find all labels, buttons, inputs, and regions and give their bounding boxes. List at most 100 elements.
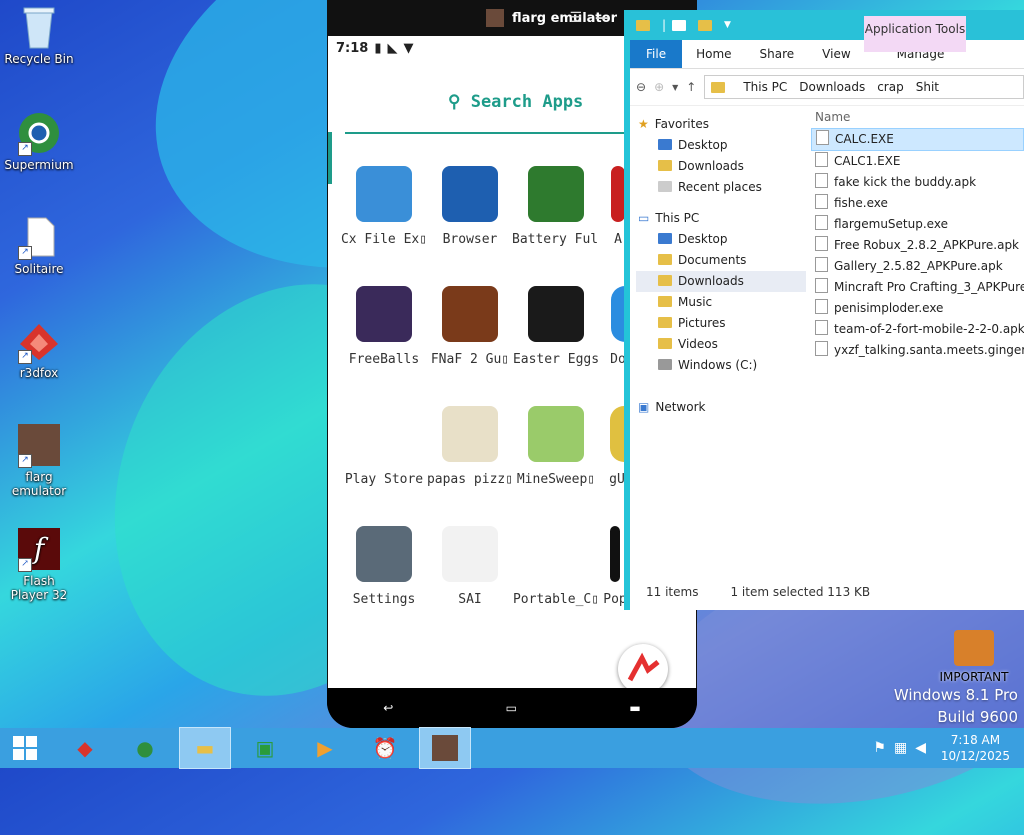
app-icon-tile[interactable]: Battery Ful▯ xyxy=(512,166,600,247)
nav-item[interactable]: Recent places xyxy=(636,177,806,198)
file-icon xyxy=(815,194,828,209)
folder-icon xyxy=(711,81,726,93)
new-folder-icon[interactable] xyxy=(698,19,713,31)
desktop-icon-flarg-emulator[interactable]: ↗ flarg emulator xyxy=(3,424,75,498)
nav-item[interactable]: Downloads xyxy=(636,156,806,177)
app-label: Browser xyxy=(442,232,498,247)
recents-icon[interactable]: ▬ xyxy=(629,701,640,715)
desktop-icon-label: Flash Player 32 xyxy=(10,574,68,602)
file-row[interactable]: flargemuSetup.exe xyxy=(811,214,1024,235)
file-row[interactable]: Gallery_2.5.82_APKPure.apk xyxy=(811,256,1024,277)
separator: | xyxy=(662,18,667,32)
menu-icon[interactable]: ☰ xyxy=(569,10,582,26)
app-icon-tile[interactable]: SAI xyxy=(426,526,514,607)
app-icon-tile[interactable]: MineSweep▯ xyxy=(512,406,600,487)
file-row[interactable]: penisimploder.exe xyxy=(811,298,1024,319)
taskbar-supermium[interactable]: ● xyxy=(120,728,170,768)
taskbar-r3dfox[interactable]: ◆ xyxy=(60,728,110,768)
file-row[interactable]: Mincraft Pro Crafting_3_APKPure.apk xyxy=(811,277,1024,298)
nav-item[interactable]: Desktop xyxy=(636,135,806,156)
taskbar-file-explorer[interactable]: ▬ xyxy=(179,727,231,769)
desktop-icon-label: r3dfox xyxy=(19,366,59,380)
up-button[interactable]: ↑ xyxy=(686,80,696,94)
desktop-icon-supermium[interactable]: ↗ Supermium xyxy=(3,112,75,172)
app-icon-tile[interactable]: Play Store xyxy=(340,406,428,487)
app-icon-tile[interactable]: papas pizz▯ xyxy=(426,406,514,487)
nav-item[interactable]: Pictures xyxy=(636,313,806,334)
desktop-icon-solitaire[interactable]: ↗ Solitaire xyxy=(3,216,75,276)
file-row[interactable]: yxzf_talking.santa.meets.ginger.plus.2 xyxy=(811,340,1024,361)
quick-access-toolbar: | ▼ Application Tools xyxy=(630,10,1024,52)
taskbar-flarg-emulator[interactable] xyxy=(419,727,471,769)
start-button[interactable] xyxy=(0,728,50,768)
folder-icon: ▬ xyxy=(195,736,215,760)
breadcrumb[interactable]: This PC Downloads crap Shit xyxy=(704,75,1024,99)
app-icon-tile[interactable]: Portable_C▯ xyxy=(512,526,600,607)
breadcrumb-item[interactable]: Shit xyxy=(916,80,939,94)
minimize-icon[interactable]: — xyxy=(595,10,609,26)
app-label: Play Store xyxy=(344,472,424,487)
app-icon xyxy=(528,166,584,222)
taskbar-media-player[interactable]: ▶ xyxy=(300,728,350,768)
nav-item[interactable]: Music xyxy=(636,292,806,313)
app-icon-tile[interactable]: FNaF 2 Gu▯ xyxy=(426,286,514,367)
app-icon-tile[interactable]: Browser xyxy=(426,166,514,247)
nav-item[interactable]: Documents xyxy=(636,250,806,271)
clock[interactable]: 7:18 AM 10/12/2025 xyxy=(941,732,1010,764)
app-icon xyxy=(356,526,412,582)
file-row[interactable]: fishe.exe xyxy=(811,193,1024,214)
nav-item[interactable]: Windows (C:) xyxy=(636,355,806,376)
search-apps-button[interactable]: ⚲ Search Apps xyxy=(448,92,583,112)
android-navbar: ↩ ▭ ▬ xyxy=(327,688,697,728)
windows-watermark: Windows 8.1 Pro Build 9600 xyxy=(893,686,1018,726)
recent-dropdown-icon[interactable]: ▼ xyxy=(672,83,678,92)
back-icon[interactable]: ↩ xyxy=(383,701,393,715)
taskbar-store[interactable]: ▣ xyxy=(240,728,290,768)
desktop-icon-r3dfox[interactable]: ↗ r3dfox xyxy=(3,320,75,380)
file-icon xyxy=(815,278,828,293)
taskbar-alarms[interactable]: ⏰ xyxy=(360,728,410,768)
column-header-name[interactable]: Name xyxy=(811,106,1024,128)
nav-item[interactable]: Videos xyxy=(636,334,806,355)
tab-share[interactable]: Share xyxy=(746,47,809,61)
desktop-icon-recycle-bin[interactable]: Recycle Bin xyxy=(3,6,75,66)
app-icon xyxy=(442,526,498,582)
file-row[interactable]: fake kick the buddy.apk xyxy=(811,172,1024,193)
file-row[interactable]: team-of-2-fort-mobile-2-2-0.apk xyxy=(811,319,1024,340)
file-row[interactable]: Free Robux_2.8.2_APKPure.apk xyxy=(811,235,1024,256)
app-icon xyxy=(442,406,498,462)
floating-action-icon[interactable] xyxy=(618,644,668,694)
nav-favorites[interactable]: ★ Favorites xyxy=(636,114,806,135)
flash-player-icon: f ↗ xyxy=(18,528,60,572)
breadcrumb-item[interactable]: This PC xyxy=(743,80,787,94)
forward-button[interactable]: ⊕ xyxy=(654,80,664,94)
nav-network[interactable]: ▣ Network xyxy=(636,397,806,418)
flag-icon[interactable]: ⚑ xyxy=(873,740,894,756)
file-row[interactable]: CALC.EXE xyxy=(811,128,1024,151)
home-icon[interactable]: ▭ xyxy=(506,701,517,715)
nav-this-pc[interactable]: ▭ This PC xyxy=(636,208,806,229)
app-icon-tile[interactable]: Settings xyxy=(340,526,428,607)
tab-file[interactable]: File xyxy=(630,40,683,68)
folder-icon[interactable] xyxy=(636,19,650,31)
app-icon-tile[interactable]: Cx File Ex▯ xyxy=(340,166,428,247)
app-icon-tile[interactable]: Easter Eggs xyxy=(512,286,600,367)
chevron-down-icon[interactable]: ▼ xyxy=(724,20,731,30)
properties-icon[interactable] xyxy=(672,19,687,31)
app-icon-tile[interactable]: FreeBalls xyxy=(340,286,428,367)
nav-item[interactable]: Downloads xyxy=(636,271,806,292)
file-icon xyxy=(816,130,829,145)
tab-view[interactable]: View xyxy=(808,47,864,61)
nav-item[interactable]: Desktop xyxy=(636,229,806,250)
volume-muted-icon[interactable]: ◀ xyxy=(915,740,934,756)
desktop-icon-flash-player[interactable]: f ↗ Flash Player 32 xyxy=(3,528,75,602)
file-explorer-window[interactable]: | ▼ Application Tools File Home Share Vi… xyxy=(624,10,1024,610)
file-row[interactable]: CALC1.EXE xyxy=(811,151,1024,172)
tab-home[interactable]: Home xyxy=(682,47,745,61)
breadcrumb-item[interactable]: Downloads xyxy=(799,80,865,94)
breadcrumb-item[interactable]: crap xyxy=(877,80,904,94)
network-icon[interactable]: ▦ xyxy=(894,740,915,756)
desktop-icon-important[interactable]: IMPORTANT xyxy=(934,630,1014,684)
application-tools-label: Application Tools xyxy=(864,16,966,52)
back-button[interactable]: ⊖ xyxy=(636,80,646,94)
